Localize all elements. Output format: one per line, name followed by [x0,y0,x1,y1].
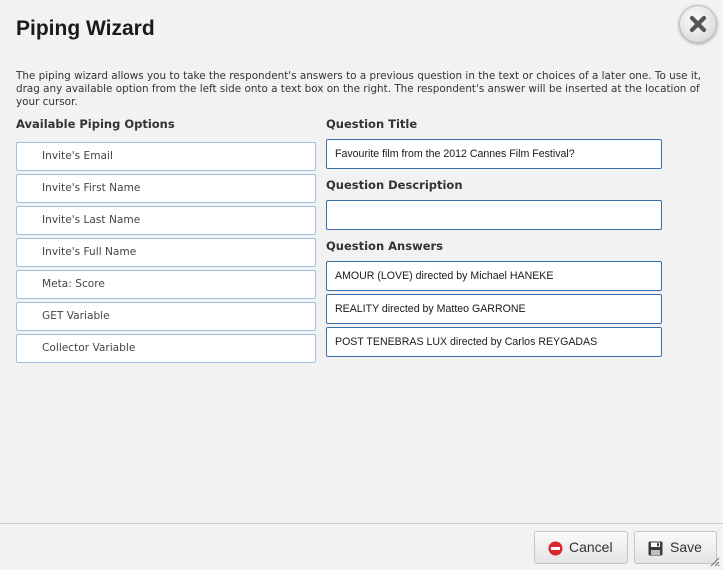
question-title-field[interactable]: Favourite film from the 2012 Cannes Film… [326,139,662,169]
question-title-label: Question Title [326,117,418,131]
resize-grip-icon[interactable] [708,555,720,567]
save-button[interactable]: Save [634,531,717,564]
piping-option-meta-score[interactable]: Meta: Score [16,270,316,299]
dialog-description: The piping wizard allows you to take the… [16,70,702,108]
piping-option-invite-first-name[interactable]: Invite's First Name [16,174,316,203]
answer-field-3[interactable]: POST TENEBRAS LUX directed by Carlos REY… [326,327,662,357]
piping-wizard-dialog: Piping Wizard The piping wizard allows y… [0,0,723,570]
piping-option-invite-email[interactable]: Invite's Email [16,142,316,171]
cancel-button[interactable]: Cancel [534,531,628,564]
cancel-label: Cancel [569,539,613,555]
answer-field-2[interactable]: REALITY directed by Matteo GARRONE [326,294,662,324]
floppy-disk-icon [648,541,663,556]
available-options-heading: Available Piping Options [16,117,175,131]
footer-divider [0,523,723,524]
question-description-label: Question Description [326,178,463,192]
question-description-field[interactable] [326,200,662,230]
piping-option-invite-last-name[interactable]: Invite's Last Name [16,206,316,235]
close-button[interactable] [679,5,717,43]
piping-option-get-variable[interactable]: GET Variable [16,302,316,331]
save-label: Save [670,539,702,555]
answer-field-1[interactable]: AMOUR (LOVE) directed by Michael HANEKE [326,261,662,291]
piping-option-collector-variable[interactable]: Collector Variable [16,334,316,363]
question-answers-label: Question Answers [326,239,444,253]
close-x-icon [689,15,707,33]
piping-option-invite-full-name[interactable]: Invite's Full Name [16,238,316,267]
stop-circle-icon [548,541,563,556]
dialog-title: Piping Wizard [16,17,155,40]
